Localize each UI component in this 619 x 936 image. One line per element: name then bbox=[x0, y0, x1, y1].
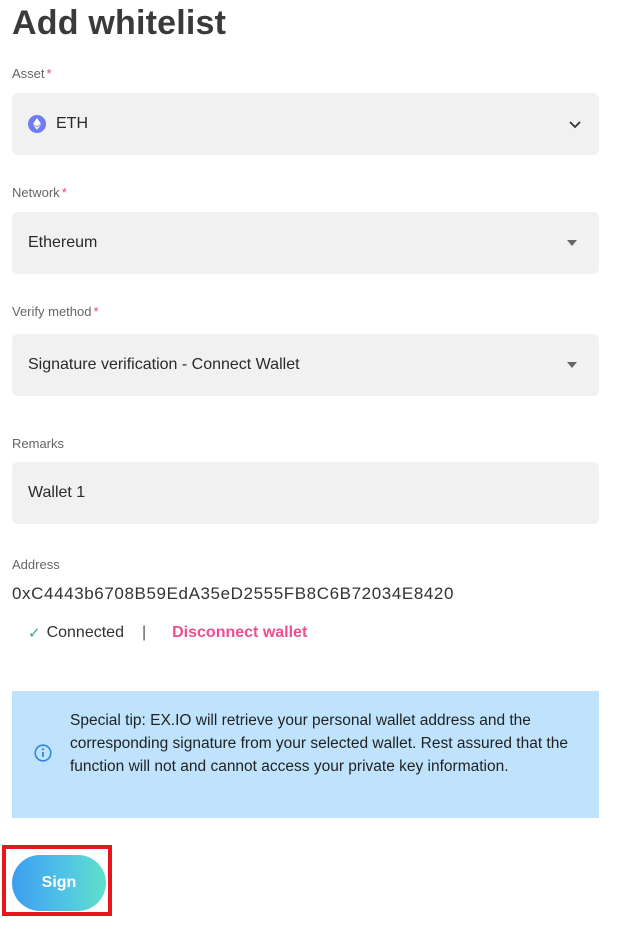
chevron-down-icon bbox=[569, 121, 581, 129]
remarks-value: Wallet 1 bbox=[28, 484, 86, 501]
remarks-input[interactable]: Wallet 1 bbox=[12, 462, 599, 524]
caret-down-icon bbox=[567, 240, 577, 246]
asset-value: ETH bbox=[56, 115, 88, 132]
info-icon bbox=[34, 744, 52, 762]
disconnect-wallet-link[interactable]: Disconnect wallet bbox=[172, 624, 307, 642]
verify-method-label: Verify method * bbox=[12, 304, 99, 319]
ethereum-icon bbox=[28, 115, 46, 133]
required-mark: * bbox=[61, 185, 67, 200]
address-label: Address bbox=[12, 557, 60, 572]
check-icon: ✓ bbox=[28, 625, 41, 642]
verify-method-label-text: Verify method bbox=[12, 304, 92, 319]
required-mark: * bbox=[93, 304, 99, 319]
page-title: Add whitelist bbox=[12, 4, 227, 42]
required-mark: * bbox=[46, 66, 52, 81]
special-tip-box: Special tip: EX.IO will retrieve your pe… bbox=[12, 691, 599, 818]
network-value: Ethereum bbox=[28, 234, 98, 251]
sign-button[interactable]: Sign bbox=[12, 855, 106, 911]
separator: | bbox=[141, 624, 147, 641]
verify-method-value: Signature verification - Connect Wallet bbox=[28, 356, 300, 373]
asset-select[interactable]: ETH bbox=[12, 93, 599, 155]
caret-down-icon bbox=[567, 362, 577, 368]
wallet-address: 0xC4443b6708B59EdA35eD2555FB8C6B72034E84… bbox=[12, 584, 455, 603]
verify-method-select[interactable]: Signature verification - Connect Wallet bbox=[12, 334, 599, 396]
network-label: Network * bbox=[12, 185, 67, 200]
asset-label-text: Asset bbox=[12, 66, 45, 81]
remarks-label: Remarks bbox=[12, 436, 65, 451]
connected-status: Connected bbox=[46, 624, 124, 641]
network-label-text: Network bbox=[12, 185, 60, 200]
special-tip-text: Special tip: EX.IO will retrieve your pe… bbox=[70, 712, 568, 775]
network-select[interactable]: Ethereum bbox=[12, 212, 599, 274]
asset-label: Asset * bbox=[12, 66, 52, 81]
connection-status-row: ✓ Connected | Disconnect wallet bbox=[28, 624, 307, 642]
